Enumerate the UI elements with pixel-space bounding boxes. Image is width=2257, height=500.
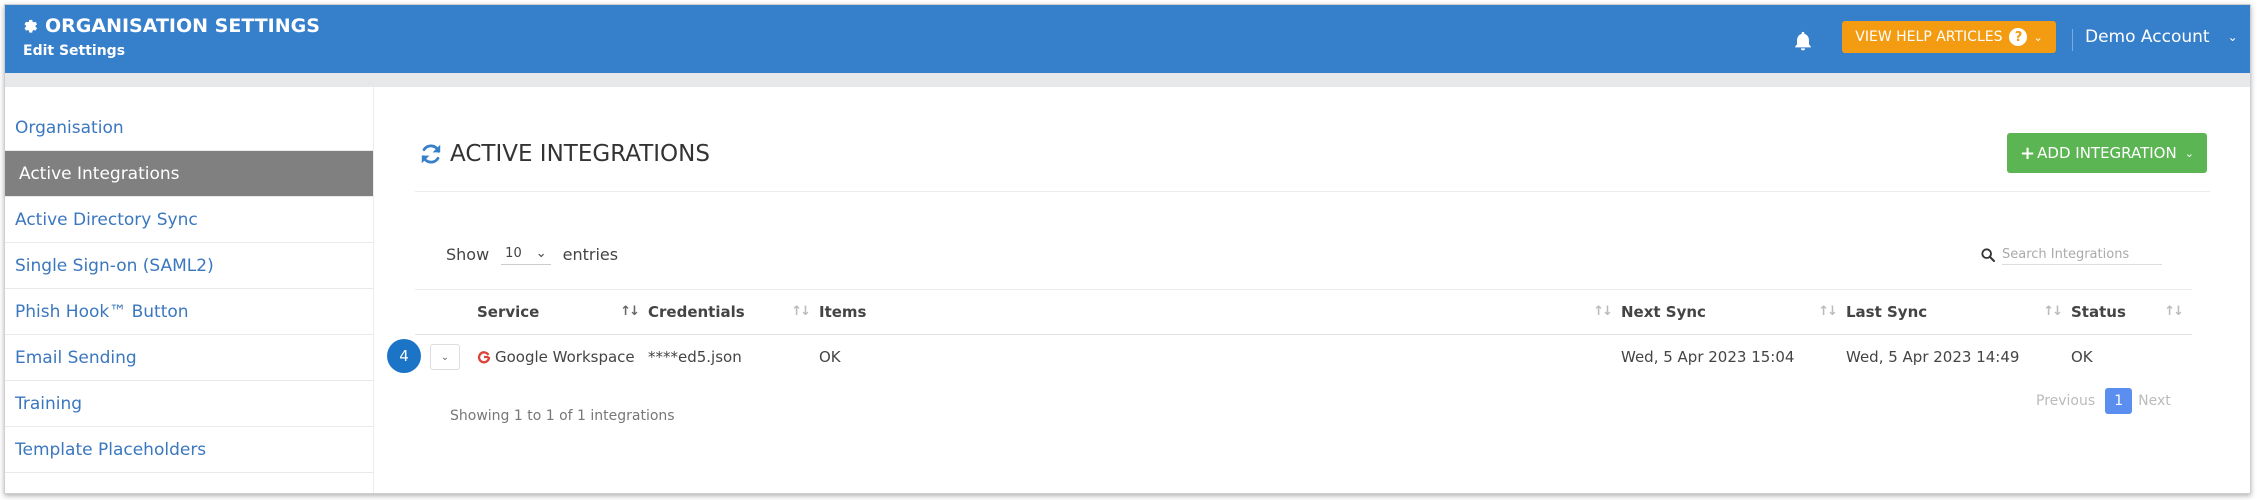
column-header-label: Next Sync <box>1621 303 1706 321</box>
bell-icon[interactable] <box>1792 29 1814 53</box>
next-sync-cell: Wed, 5 Apr 2023 15:04 <box>1621 348 1795 366</box>
app-window: ORGANISATION SETTINGS Edit Settings VIEW… <box>4 4 2251 494</box>
entries-value: 10 <box>505 246 522 261</box>
sidebar: Organisation Active Integrations Active … <box>5 105 373 473</box>
add-integration-button[interactable]: + ADD INTEGRATION ⌄ <box>2007 133 2207 173</box>
column-header-label: Last Sync <box>1846 303 1928 321</box>
page-title: ORGANISATION SETTINGS <box>21 15 320 37</box>
search-input[interactable] <box>2002 245 2162 265</box>
sidebar-item-active-integrations[interactable]: Active Integrations <box>5 151 373 197</box>
search-box <box>1980 245 2162 265</box>
service-cell: Google Workspace <box>477 335 648 380</box>
show-label: Show <box>446 244 490 264</box>
page-header: ORGANISATION SETTINGS Edit Settings <box>21 15 320 59</box>
column-header-label: Credentials <box>648 303 745 321</box>
section-header: ACTIVE INTEGRATIONS <box>418 141 710 167</box>
sidebar-divider <box>373 87 374 493</box>
integrations-table: Service ↑↓ Credentials ↑↓ Items ↑↓ Next Syn… <box>415 289 2192 379</box>
sidebar-item-training[interactable]: Training <box>5 381 373 427</box>
last-sync-cell: Wed, 5 Apr 2023 14:49 <box>1846 348 2020 366</box>
column-header-label: Status <box>2071 303 2126 321</box>
sidebar-item-organisation[interactable]: Organisation <box>5 105 373 151</box>
pagination: Previous 1 Next <box>2036 388 2171 414</box>
account-label: Demo Account <box>2085 27 2210 47</box>
sidebar-item-single-sign-on[interactable]: Single Sign-on (SAML2) <box>5 243 373 289</box>
google-icon <box>477 351 491 364</box>
column-header-last-sync[interactable]: Last Sync ↑↓ <box>1846 289 2071 335</box>
page-subtitle: Edit Settings <box>23 43 126 59</box>
entries-control: Show 10 ⌄ entries <box>446 243 618 265</box>
column-header-service[interactable]: Service ↑↓ <box>477 289 648 335</box>
sidebar-item-email-sending[interactable]: Email Sending <box>5 335 373 381</box>
column-header-items[interactable]: Items ↑↓ <box>819 289 1621 335</box>
service-value: Google Workspace <box>477 348 648 366</box>
column-header-next-sync[interactable]: Next Sync ↑↓ <box>1621 289 1846 335</box>
plus-icon: + <box>2020 142 2036 164</box>
sort-icon: ↑↓ <box>2043 304 2063 319</box>
section-divider <box>415 191 2210 192</box>
column-header-expand <box>415 289 477 335</box>
help-button-label: VIEW HELP ARTICLES <box>1855 29 2003 45</box>
pagination-previous[interactable]: Previous <box>2036 393 2095 409</box>
sync-icon <box>421 144 441 164</box>
column-header-label: Service <box>477 303 540 321</box>
question-icon: ? <box>2009 28 2028 46</box>
sort-icon: ↑↓ <box>1593 304 1613 319</box>
status-cell: OK <box>2071 348 2093 366</box>
column-header-credentials[interactable]: Credentials ↑↓ <box>648 289 819 335</box>
top-bar: ORGANISATION SETTINGS Edit Settings VIEW… <box>5 5 2250 73</box>
table-header-row: Service ↑↓ Credentials ↑↓ Items ↑↓ Next Syn… <box>415 289 2192 335</box>
gear-icon <box>24 19 38 33</box>
sidebar-item-active-directory-sync[interactable]: Active Directory Sync <box>5 197 373 243</box>
section-title: ACTIVE INTEGRATIONS <box>450 141 710 167</box>
sort-icon: ↑↓ <box>2164 304 2184 319</box>
account-menu[interactable]: Demo Account ⌄ <box>2085 27 2238 47</box>
row-number-badge: 4 <box>387 339 421 373</box>
sidebar-item-phish-hook-button[interactable]: Phish Hook™ Button <box>5 289 373 335</box>
table-row: Google Workspace ****ed5.json OK Wed, 5 … <box>415 335 2192 380</box>
row-expand-button[interactable]: ⌄ <box>430 344 460 370</box>
search-icon <box>1981 248 1995 262</box>
sidebar-item-template-placeholders[interactable]: Template Placeholders <box>5 427 373 473</box>
pagination-page-1[interactable]: 1 <box>2105 388 2133 414</box>
sort-icon: ↑↓ <box>1818 304 1838 319</box>
view-help-articles-button[interactable]: VIEW HELP ARTICLES ? ⌄ <box>1842 21 2056 53</box>
chevron-down-icon: ⌄ <box>2227 30 2238 44</box>
chevron-down-icon: ⌄ <box>535 246 547 261</box>
header-strip <box>5 73 2250 87</box>
table-info: Showing 1 to 1 of 1 integrations <box>450 408 675 424</box>
entries-label: entries <box>562 244 619 264</box>
chevron-down-icon: ⌄ <box>2033 30 2043 44</box>
chevron-down-icon: ⌄ <box>2184 146 2194 160</box>
page-title-text: ORGANISATION SETTINGS <box>45 15 320 37</box>
add-integration-label: ADD INTEGRATION <box>2037 144 2177 162</box>
column-header-status[interactable]: Status ↑↓ <box>2071 289 2192 335</box>
items-cell: OK <box>819 348 841 366</box>
sort-asc-icon: ↑↓ <box>620 304 640 319</box>
chevron-down-icon: ⌄ <box>440 351 450 363</box>
pagination-next[interactable]: Next <box>2138 393 2171 409</box>
service-name: Google Workspace <box>495 348 635 366</box>
credentials-cell: ****ed5.json <box>648 348 742 366</box>
sort-icon: ↑↓ <box>791 304 811 319</box>
header-divider <box>2072 29 2073 51</box>
column-header-label: Items <box>819 303 867 321</box>
entries-select[interactable]: 10 ⌄ <box>501 243 551 265</box>
